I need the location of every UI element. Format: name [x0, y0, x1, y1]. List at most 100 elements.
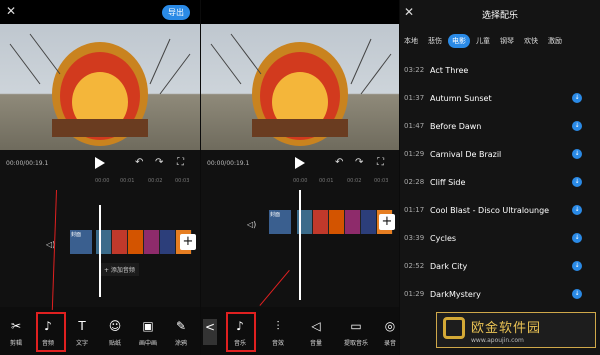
tab-inspire[interactable]: 激励: [544, 34, 566, 48]
song-item[interactable]: 01:17 Cool Blast - Disco Ultralounge ↓: [400, 196, 600, 224]
timeline-ruler: 00:00 00:01 00:02 00:03: [0, 178, 200, 186]
tab-piano[interactable]: 钢琴: [496, 34, 518, 48]
song-name: Act Three: [430, 65, 469, 75]
export-button[interactable]: 导出: [162, 5, 190, 20]
watermark: 欧金软件园 www.apoujin.com: [436, 312, 596, 348]
add-audio-button[interactable]: + 添加音频: [100, 263, 139, 276]
tool-volume[interactable]: ◁ 音量: [303, 318, 329, 347]
top-bar: [201, 0, 399, 24]
tool-sticker[interactable]: ☺ 贴纸: [102, 318, 128, 347]
download-icon[interactable]: ↓: [572, 149, 582, 159]
song-item[interactable]: 03:22 Act Three: [400, 56, 600, 84]
add-clip-button[interactable]: +: [379, 214, 395, 230]
play-icon[interactable]: [295, 157, 305, 169]
playhead[interactable]: [299, 190, 301, 300]
song-duration: 03:22: [404, 66, 425, 74]
clip-thumbnail: [361, 210, 377, 234]
music-picker-panel: ✕ 选择配乐 本地 悲伤 电影 儿童 钢琴 欢快 激励 03:22 Act Th…: [400, 0, 600, 355]
video-preview[interactable]: [0, 24, 200, 150]
tab-sad[interactable]: 悲伤: [424, 34, 446, 48]
cover-thumbnail[interactable]: 封面: [269, 210, 291, 234]
pip-icon: ▣: [142, 319, 154, 333]
chevron-left-icon: <: [204, 320, 216, 334]
tool-cut[interactable]: ✂ 剪辑: [3, 318, 29, 347]
editor-panel-audio: 00:00/00:19.1 ↶ ↷ ⛶ 00:00 00:01 00:02 00…: [201, 0, 399, 355]
song-duration: 01:47: [404, 122, 425, 130]
tab-movie[interactable]: 电影: [448, 34, 470, 48]
tool-label: 录音: [383, 340, 396, 347]
song-name: Carnival De Brazil: [430, 149, 502, 159]
tool-sound-effect[interactable]: ⫶ 音效: [265, 318, 291, 347]
tool-label: 提取音乐: [343, 340, 368, 347]
undo-icon[interactable]: ↶: [335, 158, 343, 168]
fullscreen-icon[interactable]: ⛶: [377, 158, 384, 168]
video-track[interactable]: [96, 230, 192, 254]
bottom-toolbar: ✂ 剪辑 ♪ 音频 T 文字 ☺ 贴纸 ▣ 画中画 ✎ 涂鸦: [0, 307, 200, 355]
tool-extract-music[interactable]: ▭ 提取音乐: [341, 318, 371, 347]
add-clip-button[interactable]: +: [180, 234, 196, 250]
folder-icon: ▭: [350, 319, 362, 333]
download-icon[interactable]: ↓: [572, 121, 582, 131]
song-item[interactable]: 03:39 Cycles ↓: [400, 224, 600, 252]
sound-effect-icon: ⫶: [276, 319, 280, 333]
back-button[interactable]: <: [203, 319, 217, 345]
song-name: Cool Blast - Disco Ultralounge: [430, 205, 550, 215]
song-name: Autumn Sunset: [430, 93, 492, 103]
tool-record[interactable]: ◎ 录音: [377, 318, 399, 347]
song-item[interactable]: 01:29 Carnival De Brazil ↓: [400, 140, 600, 168]
song-name: Cliff Side: [430, 177, 466, 187]
tab-happy[interactable]: 欢快: [520, 34, 542, 48]
download-icon[interactable]: ↓: [572, 289, 582, 299]
redo-icon[interactable]: ↷: [355, 158, 363, 168]
timecode: 00:00/00:19.1: [6, 160, 49, 167]
tool-label: 涂鸦: [174, 340, 187, 347]
tool-pip[interactable]: ▣ 画中画: [135, 318, 161, 347]
song-duration: 02:28: [404, 178, 425, 186]
speaker-icon[interactable]: ◁): [247, 220, 256, 230]
microphone-icon: ◎: [384, 319, 396, 333]
text-icon: T: [78, 319, 86, 333]
volume-icon: ◁: [311, 319, 321, 333]
tab-local[interactable]: 本地: [400, 34, 422, 48]
download-icon[interactable]: ↓: [572, 233, 582, 243]
ruler-tick: 00:01: [319, 178, 334, 184]
song-duration: 03:39: [404, 234, 425, 242]
song-name: DarkMystery: [430, 289, 481, 299]
ruler-tick: 00:00: [293, 178, 308, 184]
tool-doodle[interactable]: ✎ 涂鸦: [168, 318, 194, 347]
song-item[interactable]: 02:52 Dark City ↓: [400, 252, 600, 280]
highlight-box: [36, 312, 66, 352]
cover-label: 封面: [71, 232, 82, 238]
clip-thumbnail: [128, 230, 144, 254]
tab-kids[interactable]: 儿童: [472, 34, 494, 48]
clip-thumbnail: [160, 230, 176, 254]
tool-text[interactable]: T 文字: [69, 318, 95, 347]
download-icon[interactable]: ↓: [572, 93, 582, 103]
playhead[interactable]: [99, 205, 101, 297]
timecode: 00:00/00:19.1: [207, 160, 250, 167]
download-icon[interactable]: ↓: [572, 205, 582, 215]
ruler-tick: 00:01: [120, 178, 135, 184]
scissors-icon: ✂: [10, 319, 22, 333]
tool-label: 音效: [271, 340, 284, 347]
cover-thumbnail[interactable]: 封面: [70, 230, 92, 254]
song-item[interactable]: 01:47 Before Dawn ↓: [400, 112, 600, 140]
download-icon[interactable]: ↓: [572, 177, 582, 187]
clip-thumbnail: [313, 210, 329, 234]
ruler-tick: 00:02: [347, 178, 362, 184]
song-name: Cycles: [430, 233, 457, 243]
song-name: Before Dawn: [430, 121, 482, 131]
fullscreen-icon[interactable]: ⛶: [177, 158, 184, 168]
song-item[interactable]: 01:37 Autumn Sunset ↓: [400, 84, 600, 112]
song-item[interactable]: 02:28 Cliff Side ↓: [400, 168, 600, 196]
song-item[interactable]: 01:29 DarkMystery ↓: [400, 280, 600, 308]
video-preview[interactable]: [201, 24, 399, 150]
download-icon[interactable]: ↓: [572, 261, 582, 271]
undo-icon[interactable]: ↶: [135, 158, 143, 168]
play-icon[interactable]: [95, 157, 105, 169]
tool-label: 贴纸: [108, 340, 121, 347]
redo-icon[interactable]: ↷: [155, 158, 163, 168]
highlight-box: [226, 312, 256, 352]
ruler-tick: 00:03: [374, 178, 389, 184]
close-icon[interactable]: ✕: [6, 5, 16, 17]
